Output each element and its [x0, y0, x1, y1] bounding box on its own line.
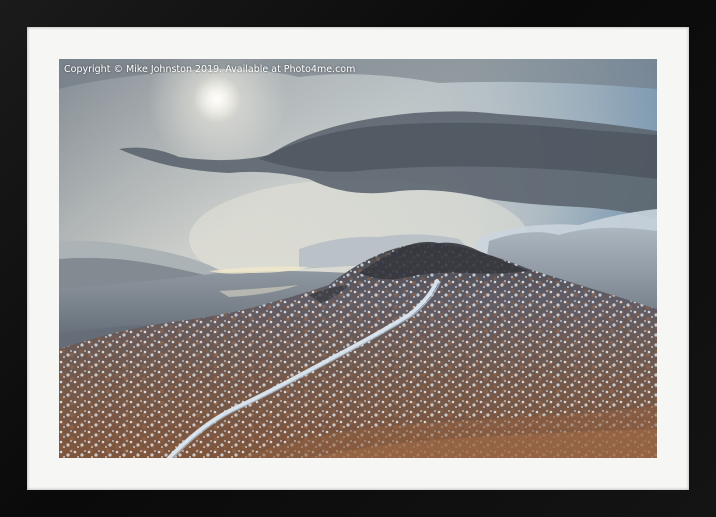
landscape-image — [59, 59, 657, 458]
landscape-photo: Copyright © Mike Johnston 2019. Availabl… — [59, 59, 657, 458]
copyright-watermark: Copyright © Mike Johnston 2019. Availabl… — [64, 64, 356, 75]
